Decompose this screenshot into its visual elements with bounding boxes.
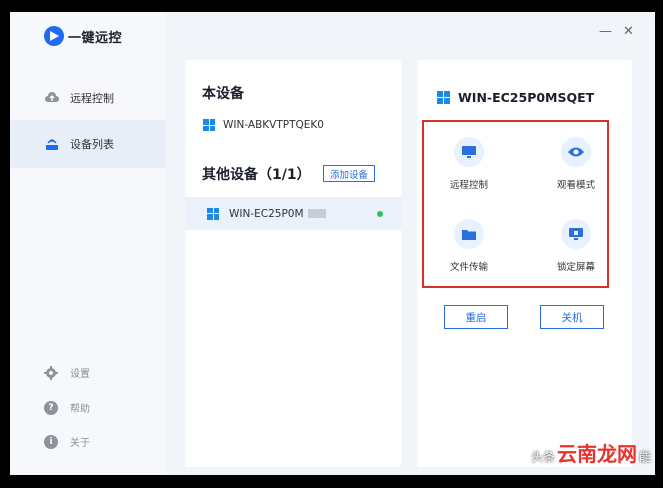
app-logo: 一键远控 [44, 26, 122, 46]
help-label: 帮助 [70, 404, 90, 415]
other-devices-title: 其他设备（1/1） [202, 167, 311, 183]
sidebar-item-label: 设备列表 [70, 138, 114, 151]
sidebar: 一键远控 远程控制 设备列表 设置 ? 帮助 i 关于 [10, 12, 166, 475]
help-icon: ? [44, 400, 58, 415]
folder-icon [454, 219, 484, 249]
settings-label: 设置 [70, 369, 90, 380]
local-device-title: 本设备 [202, 86, 244, 102]
lock-screen-action[interactable]: 锁定屏幕 [541, 219, 611, 273]
app-window: 一键远控 远程控制 设备列表 设置 ? 帮助 i 关于 — ✕ 本设备 WIN-… [10, 12, 655, 475]
watermark-brand: 云南龙网 [556, 442, 637, 466]
device-list-item[interactable]: WIN-EC25P0M [185, 197, 401, 230]
add-device-button[interactable]: 添加设备 [323, 165, 375, 182]
logo-icon [44, 26, 64, 46]
action-label: 锁定屏幕 [556, 262, 595, 273]
sidebar-item-label: 远程控制 [70, 92, 114, 105]
watermark-prefix: 头条 [530, 450, 555, 464]
device-list-panel: 本设备 WIN-ABKVTPTQEK0 其他设备（1/1） 添加设备 WIN-E… [185, 60, 401, 467]
device-detail-panel: WIN-EC25P0MSQET 远程控制 观看模式 文件传输 锁定屏幕 重启 关… [417, 60, 632, 467]
device-name: WIN-EC25P0M [229, 207, 304, 220]
lock-screen-icon [561, 219, 591, 249]
view-mode-action[interactable]: 观看模式 [541, 137, 611, 191]
restart-button[interactable]: 重启 [444, 305, 508, 329]
selected-device-header: WIN-EC25P0MSQET [437, 90, 594, 105]
windows-icon [437, 91, 450, 104]
local-device: WIN-ABKVTPTQEK0 [203, 119, 324, 131]
gear-icon [44, 365, 58, 380]
action-label: 观看模式 [556, 180, 595, 191]
local-device-name: WIN-ABKVTPTQEK0 [223, 119, 324, 131]
redacted-text [307, 209, 326, 218]
watermark: 头条 云南龙网 能 [531, 438, 651, 467]
sidebar-item-remote-control[interactable]: 远程控制 [10, 74, 166, 122]
online-status-dot [377, 210, 383, 217]
sidebar-item-device-list[interactable]: 设备列表 [10, 120, 166, 168]
sidebar-item-help[interactable]: ? 帮助 [44, 400, 90, 415]
devices-icon [46, 139, 58, 150]
remote-control-action[interactable]: 远程控制 [434, 137, 504, 191]
eye-icon [561, 137, 591, 167]
info-icon: i [44, 434, 58, 449]
selected-device-name: WIN-EC25P0MSQET [458, 90, 595, 105]
app-name: 一键远控 [68, 30, 123, 46]
windows-icon [203, 119, 215, 131]
cloud-upload-icon [45, 92, 59, 102]
sidebar-item-settings[interactable]: 设置 [44, 365, 90, 380]
close-button[interactable]: ✕ [623, 24, 634, 39]
windows-icon [207, 207, 219, 220]
action-label: 远程控制 [449, 180, 488, 191]
minimize-button[interactable]: — [599, 24, 612, 39]
about-label: 关于 [70, 438, 90, 449]
monitor-icon [454, 137, 484, 167]
action-label: 文件传输 [449, 262, 488, 273]
sidebar-item-about[interactable]: i 关于 [44, 434, 90, 449]
shutdown-button[interactable]: 关机 [540, 305, 604, 329]
file-transfer-action[interactable]: 文件传输 [434, 219, 504, 273]
watermark-suffix: 能 [638, 450, 651, 464]
actions-highlight-box: 远程控制 观看模式 文件传输 锁定屏幕 [422, 120, 609, 288]
